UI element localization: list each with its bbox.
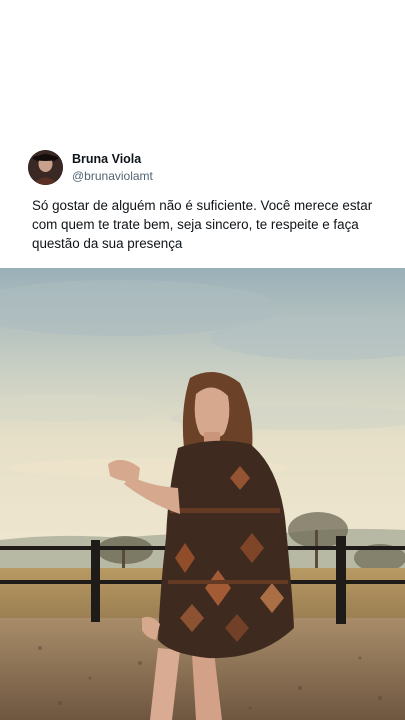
avatar[interactable] [28,150,63,185]
post-text: Só gostar de alguém não é suficiente. Vo… [32,198,373,251]
post-photo[interactable] [0,268,405,720]
author-name[interactable]: Bruna Viola [72,152,141,166]
author-handle[interactable]: @brunaviolamt [72,169,153,183]
post-header: Bruna Viola @brunaviolamt [28,150,388,190]
